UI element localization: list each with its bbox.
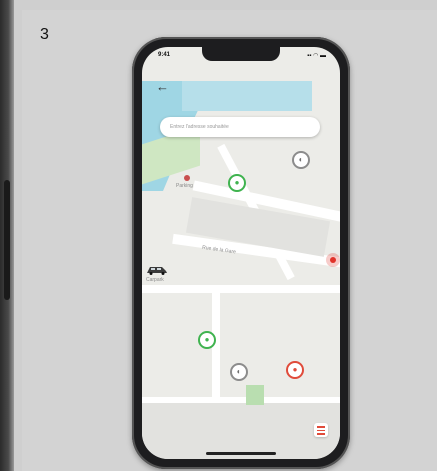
map-road	[142, 285, 340, 293]
marker-glyph: ◐	[236, 367, 242, 376]
home-indicator	[206, 452, 276, 455]
previous-photo-edge	[0, 0, 14, 471]
status-time: 9:41	[158, 52, 171, 58]
charging-station-unavailable-marker[interactable]: ●	[286, 361, 304, 379]
marker-glyph: ●	[234, 178, 240, 187]
menu-button[interactable]	[314, 423, 328, 437]
charging-station-available-marker[interactable]: ●	[228, 174, 246, 192]
charging-station-busy-marker[interactable]: ◐	[292, 151, 310, 169]
smartphone-mockup: 9:41 ▪▪ ◠ ▬ ← Entrez l'adresse souhaitée…	[132, 37, 350, 469]
phone-screen: 9:41 ▪▪ ◠ ▬ ← Entrez l'adresse souhaitée…	[142, 47, 340, 459]
menu-line-icon	[317, 429, 325, 431]
back-arrow-icon[interactable]: ←	[156, 79, 169, 94]
address-search-input[interactable]: Entrez l'adresse souhaitée	[160, 117, 320, 137]
charging-station-available-marker[interactable]: ●	[198, 331, 216, 349]
charging-station-busy-marker[interactable]: ◐	[230, 363, 248, 381]
step-number: 3	[40, 26, 49, 43]
poi-dot	[184, 175, 190, 181]
marker-glyph: ●	[292, 365, 298, 374]
map-park	[246, 385, 264, 405]
map-block	[142, 403, 340, 459]
phone-notch	[202, 47, 280, 61]
previous-photo-detail	[4, 180, 10, 300]
status-icons: ▪▪ ◠ ▬	[307, 53, 326, 59]
user-location-icon	[326, 253, 340, 267]
map-label-carpark: Carpark	[146, 277, 164, 283]
marker-glyph: ●	[204, 335, 210, 344]
menu-line-icon	[317, 426, 325, 428]
step-panel: 3 9:41 ▪▪ ◠ ▬ ← Entrez l'adresse souhait…	[22, 10, 437, 471]
menu-line-icon	[317, 433, 325, 435]
map-label-parking: Parking	[176, 183, 193, 189]
map-water-top	[182, 81, 312, 111]
car-icon	[147, 267, 167, 275]
location-dot	[330, 257, 336, 263]
marker-glyph: ◐	[298, 155, 304, 164]
